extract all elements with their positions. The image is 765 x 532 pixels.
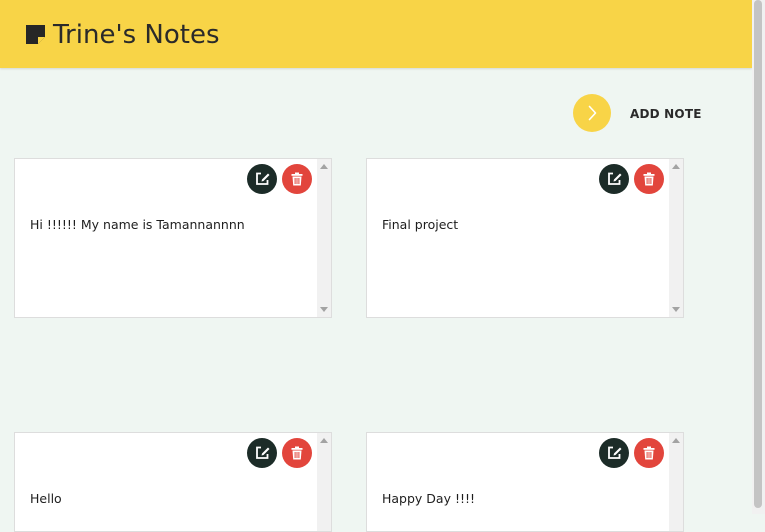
- note-card[interactable]: Hello: [14, 432, 332, 532]
- note-scrollbar[interactable]: [317, 159, 331, 317]
- scroll-down-icon[interactable]: [320, 307, 328, 312]
- edit-note-button[interactable]: [599, 438, 629, 468]
- edit-icon: [608, 446, 622, 459]
- note-text[interactable]: Hi !!!!!! My name is Tamannannnn: [30, 217, 245, 233]
- note-scrollbar[interactable]: [669, 433, 683, 531]
- window-scrollbar[interactable]: [752, 0, 765, 514]
- note-text[interactable]: Hello: [30, 491, 62, 507]
- edit-icon: [608, 172, 622, 185]
- scroll-down-icon[interactable]: [672, 307, 680, 312]
- delete-note-button[interactable]: [634, 164, 664, 194]
- chevron-right-icon: [588, 105, 597, 121]
- trash-icon: [291, 172, 303, 186]
- edit-note-button[interactable]: [599, 164, 629, 194]
- note-card[interactable]: Final project: [366, 158, 684, 318]
- scroll-up-icon[interactable]: [320, 438, 328, 443]
- scroll-up-icon[interactable]: [672, 164, 680, 169]
- scroll-up-icon[interactable]: [672, 438, 680, 443]
- note-card[interactable]: Hi !!!!!! My name is Tamannannnn: [14, 158, 332, 318]
- note-scrollbar[interactable]: [669, 159, 683, 317]
- edit-icon: [256, 172, 270, 185]
- add-note-label[interactable]: ADD NOTE: [630, 106, 702, 122]
- edit-note-button[interactable]: [247, 164, 277, 194]
- trash-icon: [643, 446, 655, 460]
- app-title: Trine's Notes: [53, 20, 220, 50]
- app-header: Trine's Notes: [0, 0, 752, 68]
- edit-icon: [256, 446, 270, 459]
- delete-note-button[interactable]: [282, 164, 312, 194]
- scroll-up-icon[interactable]: [320, 164, 328, 169]
- edit-note-button[interactable]: [247, 438, 277, 468]
- add-note-button[interactable]: [573, 94, 611, 132]
- delete-note-button[interactable]: [282, 438, 312, 468]
- trash-icon: [291, 446, 303, 460]
- delete-note-button[interactable]: [634, 438, 664, 468]
- note-text[interactable]: Final project: [382, 217, 458, 233]
- sticky-note-icon: [24, 23, 47, 46]
- note-card[interactable]: Happy Day !!!!: [366, 432, 684, 532]
- window-scrollbar-thumb[interactable]: [754, 0, 762, 508]
- trash-icon: [643, 172, 655, 186]
- note-text[interactable]: Happy Day !!!!: [382, 491, 475, 507]
- note-scrollbar[interactable]: [317, 433, 331, 531]
